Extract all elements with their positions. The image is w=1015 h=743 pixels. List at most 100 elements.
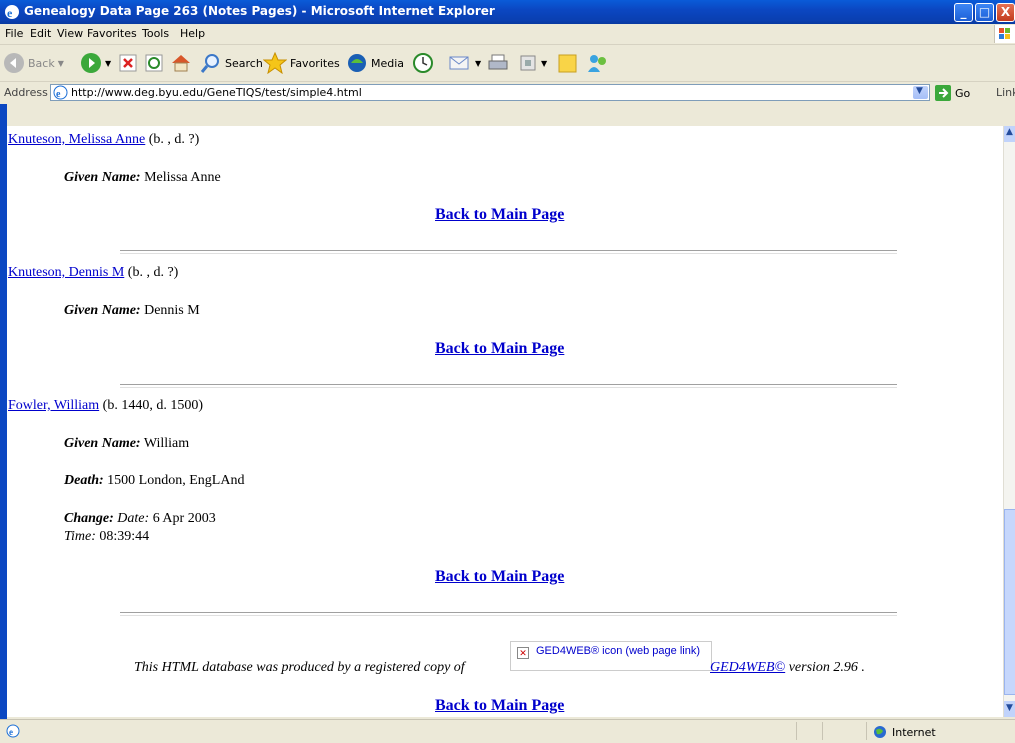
messenger-button[interactable] <box>586 51 610 75</box>
favorites-label: Favorites <box>290 56 340 70</box>
broken-image-icon: ✕ <box>517 647 529 659</box>
minimize-icon: _ <box>960 5 967 19</box>
minimize-button[interactable]: _ <box>954 3 973 22</box>
home-icon <box>172 55 190 72</box>
back-button[interactable]: Back ▼ <box>3 51 64 75</box>
back-label: Back <box>28 56 55 70</box>
messenger-icon <box>588 55 606 72</box>
ged4web-broken-image[interactable]: ✕ GED4WEB® icon (web page link) <box>510 641 712 671</box>
given-name-value: Dennis M <box>144 303 200 318</box>
close-icon: X <box>1000 5 1011 19</box>
page-status-icon: e <box>6 724 20 738</box>
toolbar: Back ▼ ▼ Search Favorites Media ▼ ▼ <box>0 45 1015 82</box>
printer-icon <box>488 54 508 70</box>
maximize-icon: □ <box>978 5 991 19</box>
person-link[interactable]: Knuteson, Melissa Anne <box>8 132 145 147</box>
stop-icon <box>119 54 137 72</box>
person-dates: (b. 1440, d. 1500) <box>102 398 203 413</box>
given-name-label: Given Name: <box>64 436 141 451</box>
maximize-button[interactable]: □ <box>975 3 994 22</box>
address-input[interactable]: e http://www.deg.byu.edu/GeneTIQS/test/s… <box>50 84 930 101</box>
menu-bar: File Edit View Favorites Tools Help <box>0 24 1015 45</box>
mail-icon <box>449 56 469 70</box>
print-button[interactable] <box>487 51 509 75</box>
favorites-button[interactable]: Favorites <box>263 51 340 75</box>
entry-dennis: Knuteson, Dennis M (b. , d. ?) <box>8 265 178 281</box>
history-button[interactable] <box>412 51 434 75</box>
status-bar: e Internet <box>0 719 1015 743</box>
svg-text:e: e <box>56 89 61 100</box>
svg-text:e: e <box>7 6 13 20</box>
menu-file[interactable]: File <box>5 27 23 40</box>
refresh-button[interactable] <box>144 51 164 75</box>
back-arrow-icon <box>4 53 24 73</box>
media-button[interactable]: Media <box>346 51 404 75</box>
footer-version-row: GED4WEB© version 2.96 . <box>710 660 865 676</box>
scroll-up-button[interactable]: ▲ <box>1004 126 1015 142</box>
divider <box>120 384 897 388</box>
date-value: 6 Apr 2003 <box>152 511 216 526</box>
change-row: Change: Date: 6 Apr 2003 <box>64 511 216 527</box>
history-icon <box>413 53 433 73</box>
given-name-label: Given Name: <box>64 170 141 185</box>
back-to-main-link[interactable]: Back to Main Page <box>435 697 564 715</box>
home-button[interactable] <box>170 51 192 75</box>
ie-icon: e <box>5 5 19 20</box>
go-button[interactable]: Go <box>935 85 970 101</box>
title-bar: e Genealogy Data Page 263 (Notes Pages) … <box>0 0 1015 24</box>
death-row: Death: 1500 London, EngLAnd <box>64 473 244 489</box>
edit-button[interactable]: ▼ <box>518 51 547 75</box>
forward-button[interactable]: ▼ <box>80 51 111 75</box>
back-to-main-link[interactable]: Back to Main Page <box>435 340 564 358</box>
scroll-down-button[interactable]: ▼ <box>1004 701 1015 717</box>
back-to-main-link[interactable]: Back to Main Page <box>435 206 564 224</box>
links-button[interactable]: Links <box>996 86 1015 99</box>
scroll-thumb[interactable] <box>1004 509 1015 695</box>
person-link[interactable]: Knuteson, Dennis M <box>8 265 124 280</box>
refresh-icon <box>145 54 163 72</box>
back-to-main-link[interactable]: Back to Main Page <box>435 568 564 586</box>
close-button[interactable]: X <box>996 3 1015 22</box>
mail-button[interactable]: ▼ <box>448 51 481 75</box>
chevron-down-icon: ▼ <box>105 58 112 68</box>
time-value: 08:39:44 <box>99 529 150 544</box>
globe-icon <box>874 726 886 738</box>
person-link[interactable]: Fowler, William <box>8 398 99 413</box>
star-icon <box>263 52 287 74</box>
go-label: Go <box>955 86 971 100</box>
menu-help[interactable]: Help <box>180 27 205 40</box>
chevron-down-icon: ▼ <box>541 58 548 68</box>
media-label: Media <box>371 56 405 70</box>
stop-button[interactable] <box>118 51 138 75</box>
menu-edit[interactable]: Edit <box>30 27 51 40</box>
ged4web-link[interactable]: GED4WEB© <box>710 660 785 675</box>
menu-favorites[interactable]: Favorites <box>87 27 137 40</box>
given-name-row: Given Name: Melissa Anne <box>64 170 221 186</box>
person-dates: (b. , d. ?) <box>148 132 200 147</box>
address-dropdown[interactable]: ▼ <box>913 86 928 99</box>
divider <box>120 612 897 616</box>
entry-william: Fowler, William (b. 1440, d. 1500) <box>8 398 203 414</box>
windows-logo-icon <box>994 25 1015 43</box>
chevron-up-icon: ▲ <box>1006 127 1013 137</box>
discuss-button[interactable] <box>557 51 579 75</box>
forward-arrow-icon <box>81 53 101 73</box>
status-divider <box>822 722 823 740</box>
media-icon <box>348 54 366 72</box>
menu-tools[interactable]: Tools <box>142 27 169 40</box>
menu-view[interactable]: View <box>57 27 83 40</box>
entry-melissa: Knuteson, Melissa Anne (b. , d. ?) <box>8 132 199 148</box>
time-label: Time: <box>64 529 96 544</box>
date-label: Date: <box>117 511 150 526</box>
chevron-down-icon: ▼ <box>916 86 923 96</box>
search-button[interactable]: Search <box>200 51 263 75</box>
address-url: http://www.deg.byu.edu/GeneTIQS/test/sim… <box>71 86 362 99</box>
zone-label: Internet <box>892 725 936 739</box>
footer-text: This HTML database was produced by a reg… <box>134 660 465 675</box>
security-zone: Internet <box>873 725 936 739</box>
chevron-down-icon: ▼ <box>57 58 64 68</box>
vertical-scrollbar[interactable]: ▲ ▼ <box>1003 126 1015 717</box>
given-name-value: Melissa Anne <box>144 170 221 185</box>
given-name-row: Given Name: William <box>64 436 189 452</box>
address-bar: Address e http://www.deg.byu.edu/GeneTIQ… <box>0 82 1015 104</box>
